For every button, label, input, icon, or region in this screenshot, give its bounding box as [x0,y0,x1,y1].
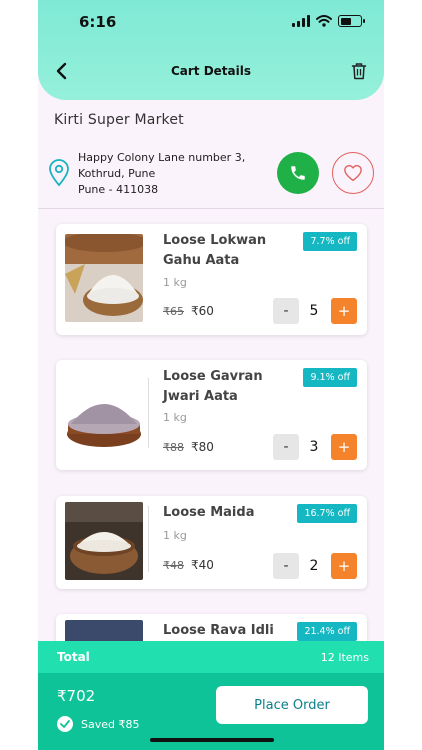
divider [148,506,149,572]
decrease-qty-button[interactable]: - [273,553,299,579]
page-title: Cart Details [170,64,252,78]
signal-icon [292,15,310,27]
header: 6:16 Cart Details [38,0,384,100]
address-line: Happy Colony Lane number 3, [78,151,246,164]
clear-cart-button[interactable] [348,60,370,82]
original-price: ₹48 [163,559,184,572]
divider [148,378,149,448]
address-line: Pune - 411038 [78,183,159,196]
location-pin-icon [49,159,69,187]
product-name: Loose Maida [163,505,255,520]
product-image [65,234,143,322]
store-address: Happy Colony Lane number 3, Kothrud, Pun… [78,150,245,198]
decrease-qty-button[interactable]: - [273,298,299,324]
increase-qty-button[interactable]: + [331,553,357,579]
call-store-button[interactable] [277,152,319,194]
discount-badge: 7.7% off [303,232,357,251]
heart-icon [344,164,362,182]
original-price: ₹65 [163,305,184,318]
quantity: 3 [309,439,319,455]
discount-badge: 21.4% off [297,622,357,641]
increase-qty-button[interactable]: + [331,434,357,460]
store-name: Kirti Super Market [54,112,184,128]
address-line: Kothrud, Pune [78,167,156,180]
product-weight: 1 kg [163,276,187,289]
favorite-button[interactable] [332,152,374,194]
product-image [65,502,143,580]
price: ₹60 [191,304,214,318]
phone-icon [291,166,305,180]
increase-qty-button[interactable]: + [331,298,357,324]
savings: Saved ₹85 [57,716,139,732]
product-name: Loose Lokwan Gahu Aata [163,233,267,268]
product-name: Loose Gavran Jwari Aata [163,369,263,404]
cart-item: Loose Lokwan Gahu Aata 7.7% off 1 kg ₹65… [56,224,367,335]
place-order-button[interactable]: Place Order [216,686,368,724]
cart-item: Loose Maida 16.7% off 1 kg ₹48 ₹40 - 2 + [56,496,367,589]
decrease-qty-button[interactable]: - [273,434,299,460]
app-screen: 6:16 Cart Details Kirti Super Market Hap… [38,0,384,750]
checkout-bar: Total 12 Items ₹702 Saved ₹85 Place Orde… [38,641,384,750]
wifi-icon [316,15,332,27]
quantity: 2 [309,558,319,574]
quantity: 5 [309,303,319,319]
product-name: Loose Rava Idli [163,623,274,638]
product-weight: 1 kg [163,529,187,542]
total-row: Total 12 Items [38,641,384,673]
items-count: 12 Items [320,651,369,664]
battery-icon [338,15,365,27]
product-image [65,370,143,458]
grand-total: ₹702 [57,687,96,705]
divider [38,208,384,209]
price: ₹40 [191,558,214,572]
price: ₹80 [191,440,214,454]
total-label: Total [57,650,90,664]
status-time: 6:16 [79,13,117,31]
check-icon [57,716,73,732]
saved-amount: Saved ₹85 [81,717,140,731]
cart-item: Loose Gavran Jwari Aata 9.1% off 1 kg ₹8… [56,360,367,470]
original-price: ₹88 [163,441,184,454]
trash-icon [351,63,367,80]
discount-badge: 16.7% off [297,504,357,523]
discount-badge: 9.1% off [303,368,357,387]
status-icons [292,15,365,27]
product-weight: 1 kg [163,411,187,424]
home-indicator [150,738,274,742]
